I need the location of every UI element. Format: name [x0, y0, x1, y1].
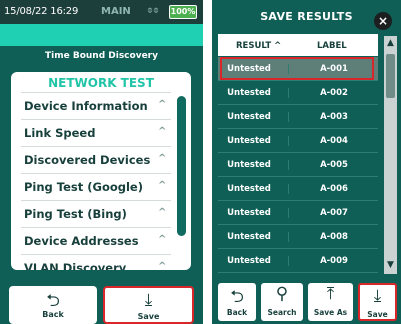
chevron-up-icon: ^ — [158, 126, 167, 137]
chevron-up-icon: ^ — [158, 99, 167, 110]
status-bar: 15/08/22 16:29 MAIN ⌽⌽ 100% — [0, 0, 203, 24]
table-row[interactable]: Untested A-008 — [218, 225, 378, 249]
table-row[interactable]: Untested A-009 — [218, 249, 378, 273]
chevron-up-icon: ^ — [158, 261, 167, 270]
connection-icon: ⌽⌽ — [147, 5, 159, 16]
page-subtitle: Time Bound Discovery — [45, 51, 158, 61]
list-item-label: Link Speed — [24, 126, 96, 140]
table-row[interactable]: Untested A-003 — [218, 105, 378, 129]
list-item-device-information[interactable]: Device Information ^ — [21, 92, 171, 120]
column-header-label[interactable]: LABEL — [317, 41, 347, 51]
back-button[interactable]: ⮌ Back — [9, 286, 97, 324]
search-label: Search — [267, 308, 297, 317]
list-item-vlan-discovery[interactable]: VLAN Discovery ^ — [21, 254, 171, 270]
result-cell: Untested — [227, 88, 271, 98]
back-label: Back — [226, 308, 248, 317]
result-cell: Untested — [227, 136, 271, 146]
save-as-button[interactable]: ⤒ Save As — [308, 283, 353, 321]
save-results-screen: SAVE RESULTS × RESULT ^ LABEL Untested A… — [212, 0, 401, 324]
chevron-up-icon: ^ — [158, 207, 167, 218]
scrollbar-thumb[interactable] — [386, 54, 395, 98]
table-scrollbar[interactable]: ▲ ▼ — [384, 36, 397, 274]
column-header-result[interactable]: RESULT ^ — [236, 41, 281, 51]
upload-icon: ⤒ — [326, 284, 335, 304]
save-label: Save — [137, 312, 160, 321]
table-row[interactable]: Untested A-005 — [218, 153, 378, 177]
chevron-up-icon: ^ — [158, 153, 167, 164]
result-cell: Untested — [227, 232, 271, 242]
result-cell: Untested — [227, 112, 271, 122]
back-button[interactable]: ⮌ Back — [218, 283, 256, 321]
label-cell: A-003 — [288, 112, 379, 122]
download-icon: ⤓ — [373, 286, 382, 306]
list-item-label: Ping Test (Bing) — [24, 207, 127, 221]
result-cell: Untested — [227, 184, 271, 194]
selected-row-highlight — [220, 57, 374, 80]
status-time: 15/08/22 16:29 — [4, 6, 79, 17]
list-item-device-addresses[interactable]: Device Addresses ^ — [21, 227, 171, 255]
close-icon[interactable]: × — [374, 12, 392, 30]
label-cell: A-007 — [288, 208, 379, 218]
table-header: RESULT ^ LABEL — [218, 34, 378, 56]
scroll-down-icon[interactable]: ▼ — [384, 260, 397, 270]
table-row[interactable]: Untested A-007 — [218, 201, 378, 225]
magnifier-icon: ⚲ — [275, 284, 289, 304]
accent-band — [0, 24, 203, 46]
list-item-ping-bing[interactable]: Ping Test (Bing) ^ — [21, 200, 171, 228]
result-cell: Untested — [227, 160, 271, 170]
dialog-title: SAVE RESULTS — [260, 10, 353, 23]
save-button[interactable]: ⤓ Save — [103, 286, 194, 324]
list-item-label: Discovered Devices — [24, 153, 151, 167]
table-row[interactable]: Untested A-006 — [218, 177, 378, 201]
test-list-card: NETWORK TEST Device Information ^ Link S… — [11, 72, 191, 270]
table-row[interactable]: Untested A-002 — [218, 81, 378, 105]
list-item-label: Device Addresses — [24, 234, 139, 248]
label-cell: A-004 — [288, 136, 379, 146]
battery-icon: 100% — [169, 5, 197, 19]
result-cell: Untested — [227, 256, 271, 266]
search-button[interactable]: ⚲ Search — [261, 283, 303, 321]
chevron-up-icon: ^ — [158, 234, 167, 245]
list-item-link-speed[interactable]: Link Speed ^ — [21, 119, 171, 147]
list-item-discovered-devices[interactable]: Discovered Devices ^ — [21, 146, 171, 174]
list-item-ping-google[interactable]: Ping Test (Google) ^ — [21, 173, 171, 201]
result-cell: Untested — [227, 208, 271, 218]
list-scrollbar[interactable] — [177, 96, 186, 236]
label-cell: A-006 — [288, 184, 379, 194]
download-icon: ⤓ — [144, 290, 153, 310]
list-item-label: VLAN Discovery — [24, 261, 127, 270]
list-item-label: Ping Test (Google) — [24, 180, 143, 194]
back-label: Back — [42, 310, 64, 319]
save-as-label: Save As — [313, 308, 348, 317]
label-cell: A-009 — [288, 256, 379, 266]
table-row[interactable]: Untested A-004 — [218, 129, 378, 153]
list-heading: NETWORK TEST — [48, 76, 154, 90]
status-mode: MAIN — [101, 6, 131, 17]
network-test-screen: 15/08/22 16:29 MAIN ⌽⌽ 100% Time Bound D… — [0, 0, 203, 324]
scroll-up-icon[interactable]: ▲ — [384, 38, 397, 48]
save-button[interactable]: ⤓ Save — [358, 283, 397, 321]
label-cell: A-002 — [288, 88, 379, 98]
label-cell: A-008 — [288, 232, 379, 242]
save-label: Save — [367, 310, 388, 319]
list-item-label: Device Information — [24, 99, 148, 113]
chevron-up-icon: ^ — [158, 180, 167, 191]
label-cell: A-005 — [288, 160, 379, 170]
